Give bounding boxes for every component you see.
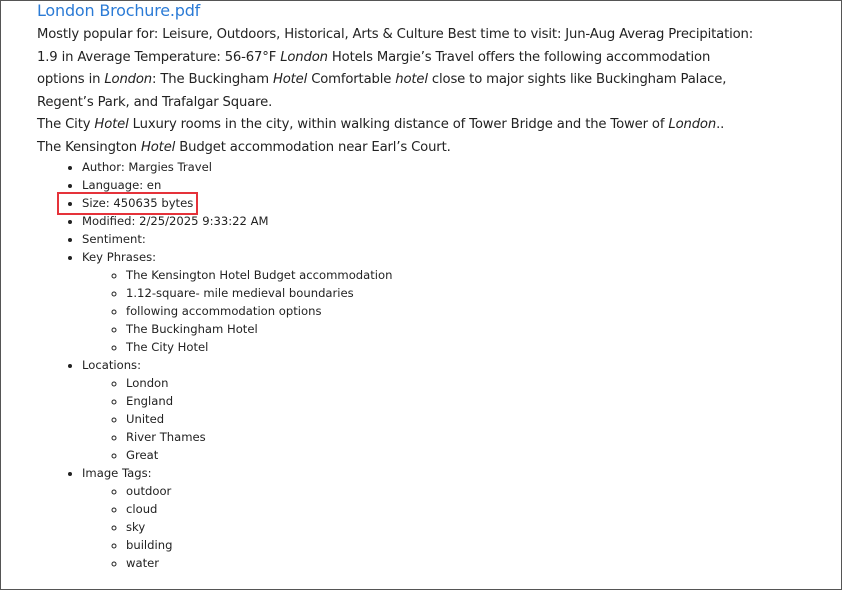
image-tag: outdoor [126,482,392,500]
document-summary: Mostly popular for: Leisure, Outdoors, H… [37,24,827,160]
key-phrase: 1.12-square- mile medieval boundaries [126,284,392,302]
summary-text: 1.9 in Average Temperature: 56-67°F [37,49,281,65]
summary-text: Regent’s Park, and Trafalgar Square. [37,94,273,110]
summary-text: : The Buckingham [152,72,273,88]
metadata-list: Author: Margies Travel Language: en Size… [0,158,392,572]
summary-text: Hotels Margie’s Travel offers the follow… [327,49,711,65]
summary-text: Mostly popular for: Leisure, Outdoors, H… [37,27,754,42]
image-tag: sky [126,518,392,536]
key-phrase: The Buckingham Hotel [126,320,392,338]
summary-text: Luxury rooms in the city, within walking… [128,117,669,133]
key-phrase: following accommodation options [126,302,392,320]
summary-text: .. [716,117,725,133]
location: United [126,410,392,428]
image-tags-label: Image Tags: [82,466,152,480]
image-tags-list: outdoorcloudskybuildingwater [82,482,392,572]
emphasized-text: Hotel [94,117,129,133]
summary-text: Comfortable [307,72,396,88]
size-highlight-box [57,192,198,215]
summary-line: 1.9 in Average Temperature: 56-67°F Lond… [37,47,827,70]
summary-text: Budget accommodation near Earl’s Court. [175,139,451,155]
summary-text: The Kensington [37,139,141,155]
summary-line: The Kensington Hotel Budget accommodatio… [37,137,827,160]
summary-line: The City Hotel Luxury rooms in the city,… [37,114,827,137]
emphasized-text: London [280,49,328,65]
locations-label: Locations: [82,358,141,372]
location: England [126,392,392,410]
location: London [126,374,392,392]
image-tag: water [126,554,392,572]
locations-list: LondonEnglandUnitedRiver ThamesGreat [82,374,392,464]
summary-line: Regent’s Park, and Trafalgar Square. [37,92,827,115]
key-phrases-label: Key Phrases: [82,250,157,264]
key-phrase: The City Hotel [126,338,392,356]
summary-line: options in London: The Buckingham Hotel … [37,69,827,92]
author-item: Author: Margies Travel [82,158,392,176]
emphasized-text: Hotel [272,72,308,88]
emphasized-text: hotel [395,72,428,88]
summary-text: The City [37,117,95,133]
emphasized-text: London [104,72,152,88]
summary-text: options in [37,72,105,88]
key-phrase: The Kensington Hotel Budget accommodatio… [126,266,392,284]
summary-line: Mostly popular for: Leisure, Outdoors, H… [37,24,827,47]
image-tag: cloud [126,500,392,518]
location: Great [126,446,392,464]
emphasized-text: London [668,117,717,133]
key-phrases-item: Key Phrases: The Kensington Hotel Budget… [82,248,392,356]
sentiment-item: Sentiment: [82,230,392,248]
document-title-link[interactable]: London Brochure.pdf [37,1,200,20]
emphasized-text: Hotel [140,139,176,155]
summary-text: close to major sights like Buckingham Pa… [427,72,727,88]
image-tags-item: Image Tags: outdoorcloudskybuildingwater [82,464,392,572]
locations-item: Locations: LondonEnglandUnitedRiver Tham… [82,356,392,464]
location: River Thames [126,428,392,446]
image-tag: building [126,536,392,554]
key-phrases-list: The Kensington Hotel Budget accommodatio… [82,266,392,356]
